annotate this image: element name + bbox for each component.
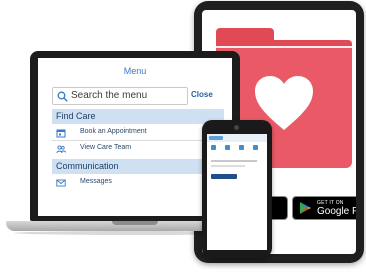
phone-action-button[interactable] bbox=[211, 174, 237, 179]
people-icon bbox=[56, 145, 66, 154]
menu-title: Menu bbox=[123, 66, 147, 76]
phone-app-header bbox=[207, 134, 267, 142]
search-icon bbox=[57, 91, 68, 102]
calendar-icon bbox=[56, 129, 66, 138]
phone-text-line bbox=[211, 160, 257, 162]
menu-item-label: View Care Team bbox=[80, 144, 132, 151]
menu-item-messages[interactable]: Messages bbox=[52, 176, 224, 190]
folder-divider bbox=[216, 46, 352, 48]
google-play-badge[interactable]: GET IT ON Google Play bbox=[292, 196, 356, 220]
search-placeholder: Search the menu bbox=[71, 90, 148, 101]
search-bar: Search the menu Close bbox=[52, 87, 224, 105]
section-title: Communication bbox=[56, 161, 119, 171]
app-logo bbox=[209, 136, 223, 140]
section-header-find-care: Find Care bbox=[52, 109, 224, 124]
section-header-communication: Communication bbox=[52, 159, 224, 174]
menu-item-label: Book an Appointment bbox=[80, 128, 147, 135]
tab-icon[interactable] bbox=[225, 145, 230, 150]
menu-item-book-appointment[interactable]: Book an Appointment bbox=[52, 126, 224, 141]
section-title: Find Care bbox=[56, 111, 96, 121]
phone-camera bbox=[234, 125, 239, 130]
close-button[interactable]: Close bbox=[191, 90, 213, 99]
menu-item-view-care-team[interactable]: View Care Team bbox=[52, 142, 224, 156]
tab-icon[interactable] bbox=[211, 145, 216, 150]
phone-screen bbox=[207, 134, 267, 250]
google-play-icon bbox=[300, 202, 311, 214]
search-input[interactable]: Search the menu bbox=[52, 87, 188, 105]
phone-text-line bbox=[211, 165, 245, 167]
laptop-notch bbox=[112, 221, 158, 225]
envelope-icon bbox=[56, 179, 66, 187]
tab-icon[interactable] bbox=[239, 145, 244, 150]
menu-item-label: Messages bbox=[80, 178, 112, 185]
phone-device bbox=[202, 120, 272, 258]
tab-icon[interactable] bbox=[253, 145, 258, 150]
phone-tab-bar bbox=[207, 144, 267, 156]
badge-store-name: Google Play bbox=[317, 206, 356, 217]
